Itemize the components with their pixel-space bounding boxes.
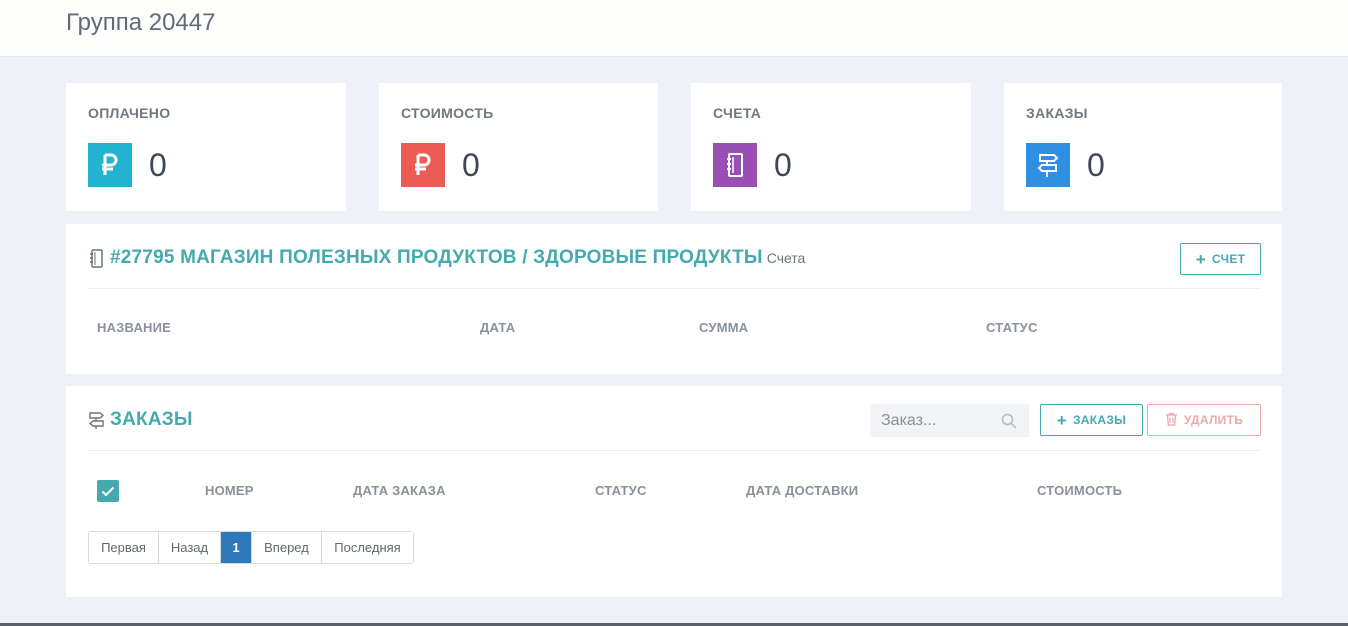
add-invoice-label: СЧЕТ xyxy=(1211,252,1246,266)
add-order-button[interactable]: + ЗАКАЗЫ xyxy=(1040,404,1143,436)
stat-card-invoices: СЧЕТА 0 xyxy=(691,83,971,211)
stat-card-cost: СТОИМОСТЬ 0 xyxy=(379,83,658,211)
stat-label: ЗАКАЗЫ xyxy=(1026,105,1088,121)
plus-icon: + xyxy=(1195,249,1206,269)
add-order-label: ЗАКАЗЫ xyxy=(1072,413,1127,427)
stat-value: 0 xyxy=(1087,147,1105,183)
notebook-icon xyxy=(713,143,757,187)
stat-value: 0 xyxy=(462,147,480,183)
ruble-icon xyxy=(401,143,445,187)
stat-label: СЧЕТА xyxy=(713,105,762,121)
column-header-cost[interactable]: СТОИМОСТЬ xyxy=(1037,483,1122,498)
column-header-status[interactable]: СТАТУС xyxy=(595,483,647,498)
stat-card-paid: ОПЛАЧЕНО 0 xyxy=(66,83,346,211)
column-header-status[interactable]: СТАТУС xyxy=(986,320,1038,335)
column-header-date[interactable]: ДАТА xyxy=(480,320,515,335)
notebook-icon xyxy=(89,249,104,273)
column-header-delivery-date[interactable]: ДАТА ДОСТАВКИ xyxy=(746,483,858,498)
page-title: Группа 20447 xyxy=(66,9,216,36)
select-all-checkbox[interactable] xyxy=(97,480,119,502)
stat-label: ОПЛАЧЕНО xyxy=(88,105,171,121)
search-icon[interactable] xyxy=(1001,413,1017,434)
orders-card: ЗАКАЗЫ + ЗАКАЗЫ УДАЛИТЬ НОМЕР ДАТА ЗАКАЗ… xyxy=(66,386,1282,597)
column-header-sum[interactable]: СУММА xyxy=(699,320,748,335)
plus-icon: + xyxy=(1056,410,1067,430)
invoices-title: #27795 МАГАЗИН ПОЛЕЗНЫХ ПРОДУКТОВ / ЗДОР… xyxy=(110,247,805,269)
stat-value: 0 xyxy=(774,147,792,183)
order-search xyxy=(870,404,1029,437)
trash-icon xyxy=(1165,412,1178,429)
signpost-icon xyxy=(1026,143,1070,187)
delete-label: УДАЛИТЬ xyxy=(1183,413,1244,427)
delete-button[interactable]: УДАЛИТЬ xyxy=(1147,404,1261,436)
pagination-current-page[interactable]: 1 xyxy=(221,532,252,563)
pagination-first[interactable]: Первая xyxy=(89,532,159,563)
invoices-title-text: #27795 МАГАЗИН ПОЛЕЗНЫХ ПРОДУКТОВ / ЗДОР… xyxy=(110,247,763,268)
pagination-next[interactable]: Вперед xyxy=(252,532,322,563)
orders-title: ЗАКАЗЫ xyxy=(110,409,193,430)
column-header-name[interactable]: НАЗВАНИЕ xyxy=(97,320,171,335)
pagination-last[interactable]: Последняя xyxy=(322,532,413,563)
divider xyxy=(88,288,1260,289)
stat-label: СТОИМОСТЬ xyxy=(401,105,494,121)
pagination-prev[interactable]: Назад xyxy=(159,532,221,563)
divider xyxy=(88,450,1260,451)
top-bar: Группа 20447 xyxy=(0,0,1348,57)
add-invoice-button[interactable]: + СЧЕТ xyxy=(1180,243,1261,275)
invoices-card: #27795 МАГАЗИН ПОЛЕЗНЫХ ПРОДУКТОВ / ЗДОР… xyxy=(66,224,1282,374)
invoices-subtitle: Счета xyxy=(766,250,806,266)
stat-value: 0 xyxy=(149,147,167,183)
column-header-order-date[interactable]: ДАТА ЗАКАЗА xyxy=(353,483,446,498)
ruble-icon xyxy=(88,143,132,187)
column-header-number[interactable]: НОМЕР xyxy=(205,483,254,498)
stat-card-orders: ЗАКАЗЫ 0 xyxy=(1004,83,1282,211)
signpost-icon xyxy=(88,411,105,435)
pagination: Первая Назад 1 Вперед Последняя xyxy=(88,531,414,564)
